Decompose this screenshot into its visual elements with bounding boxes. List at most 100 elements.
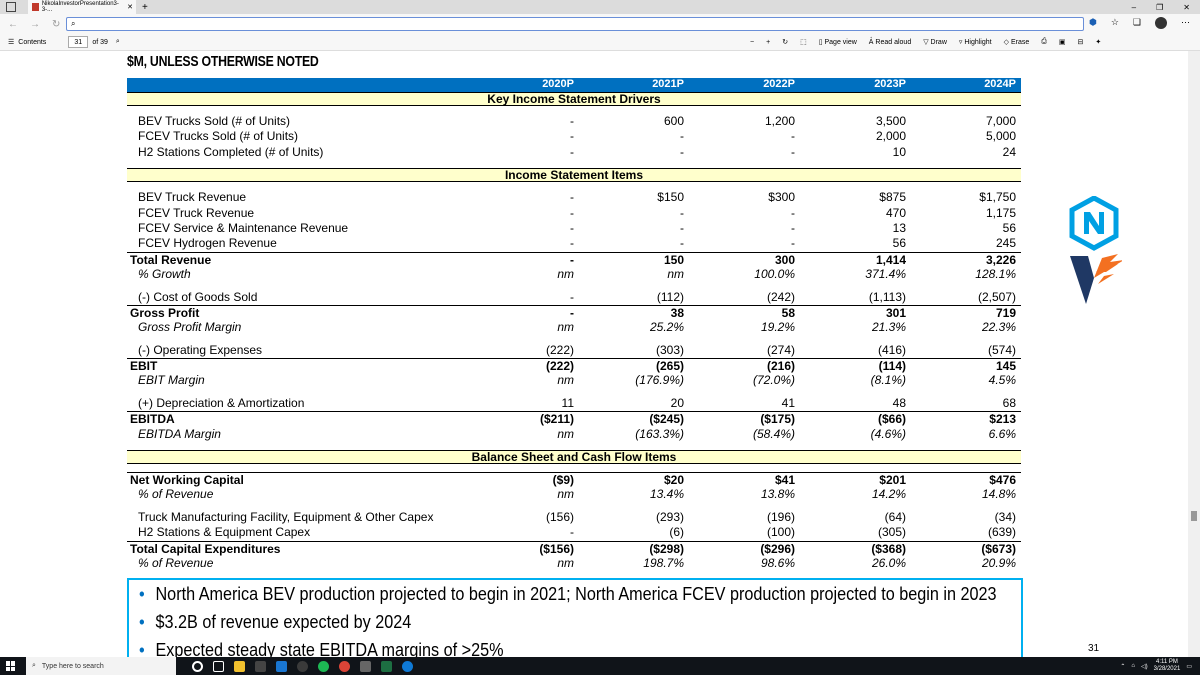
section-header: Balance Sheet and Cash Flow Items <box>127 450 1021 465</box>
back-icon[interactable]: ← <box>8 19 22 30</box>
table-cell: (305) <box>877 525 906 540</box>
table-cell: (6) <box>669 525 684 540</box>
page-view-button[interactable]: ▯ Page view <box>819 38 857 46</box>
year-header: 2022P <box>763 78 795 90</box>
table-cell: (64) <box>884 509 906 524</box>
row-label: EBITDA Margin <box>138 426 221 441</box>
collections-icon[interactable]: ❏ <box>1133 17 1141 29</box>
mail-icon[interactable] <box>276 660 287 672</box>
table-cell: 5,000 <box>985 129 1016 144</box>
save-icon[interactable]: ▣ <box>1059 38 1066 46</box>
row-label: Total Capital Expenditures <box>130 541 281 556</box>
table-cell: 300 <box>774 252 795 267</box>
cortana-icon[interactable] <box>192 660 203 672</box>
spotify-icon[interactable] <box>318 660 329 672</box>
minimize-button[interactable]: – <box>1132 3 1136 12</box>
chevron-up-icon[interactable]: ⌃ <box>1120 663 1125 670</box>
table-cell: 3,500 <box>875 114 906 128</box>
print-icon[interactable]: ⎙ <box>1041 38 1047 46</box>
table-cell: 56 <box>892 236 906 251</box>
table-cell: (4.6%) <box>870 426 906 441</box>
edge-icon[interactable] <box>402 660 413 672</box>
dell-icon[interactable] <box>297 660 308 672</box>
fit-page-icon[interactable]: ⬚ <box>800 38 807 46</box>
close-window-button[interactable]: ✕ <box>1183 3 1190 12</box>
zoom-in-icon[interactable]: + <box>766 39 770 46</box>
read-aloud-button[interactable]: A᷾ Read aloud <box>869 39 911 46</box>
task-view-icon[interactable] <box>213 660 224 672</box>
draw-button[interactable]: ▽ Draw <box>923 38 947 46</box>
table-cell: (156) <box>545 509 574 524</box>
table-cell: 13 <box>892 220 906 235</box>
pdf-page: $M, UNLESS OTHERWISE NOTED 2020P 2021P 2… <box>0 51 1188 657</box>
table-cell: 150 <box>663 252 684 267</box>
forward-icon[interactable]: → <box>30 19 44 30</box>
pin-icon[interactable]: ✦ <box>1095 38 1101 46</box>
refresh-icon[interactable]: ↻ <box>52 19 66 30</box>
contents-button[interactable]: Contents <box>18 39 46 46</box>
table-cell: $300 <box>768 190 795 205</box>
row-label: (-) Operating Expenses <box>138 342 263 357</box>
table-cell: 22.3% <box>981 320 1016 335</box>
table-cell: (242) <box>766 289 795 304</box>
row-label: Total Revenue <box>130 252 212 267</box>
table-cell: (222) <box>545 342 574 357</box>
table-cell: (34) <box>994 509 1016 524</box>
table-cell: $20 <box>663 473 684 488</box>
clock[interactable]: 4:11 PM 3/28/2021 <box>1154 659 1181 673</box>
table-cell: ($66) <box>877 412 906 427</box>
table-cell: (2,507) <box>977 289 1016 304</box>
avatar[interactable] <box>1155 17 1167 29</box>
scrollbar[interactable] <box>1188 51 1200 657</box>
close-tab-icon[interactable]: ✕ <box>127 3 133 11</box>
table-cell: - <box>570 289 574 304</box>
table-cell: 20.9% <box>981 555 1016 570</box>
table-cell: 14.8% <box>981 487 1016 502</box>
erase-button[interactable]: ◇ Erase <box>1004 38 1030 46</box>
table-cell: ($296) <box>760 541 795 556</box>
excel-icon[interactable] <box>381 660 392 672</box>
table-cell: 128.1% <box>975 267 1016 282</box>
notifications-icon[interactable]: ▭ <box>1186 663 1192 670</box>
save-as-icon[interactable]: ⊟ <box>1077 38 1083 46</box>
highlight-button[interactable]: ▿ Highlight <box>959 38 992 46</box>
table-cell: $476 <box>989 473 1016 488</box>
page-number-input[interactable]: 31 <box>68 36 89 48</box>
table-cell: 58 <box>781 305 795 320</box>
find-icon[interactable]: ⌕ <box>116 38 120 46</box>
table-cell: (58.4%) <box>752 426 795 441</box>
table-header-row: 2020P 2021P 2022P 2023P 2024P <box>127 78 1021 92</box>
store-icon[interactable] <box>255 660 266 672</box>
table-cell: 1,175 <box>985 205 1016 220</box>
scrollbar-thumb[interactable] <box>1191 511 1197 521</box>
taskbar-search-input[interactable]: ⌕ Type here to search <box>26 657 176 675</box>
table-cell: 470 <box>885 205 906 220</box>
favorite-star-icon[interactable]: ☆ <box>1111 17 1119 29</box>
url-input[interactable]: ⌕ <box>66 17 1084 31</box>
extension-icon[interactable]: ⬢ <box>1089 17 1097 29</box>
section-header: Key Income Statement Drivers <box>127 92 1021 106</box>
row-label: % of Revenue <box>138 487 214 502</box>
zoom-out-icon[interactable]: − <box>750 39 754 46</box>
app-icon[interactable] <box>360 660 371 672</box>
table-cell: - <box>680 144 684 159</box>
table-cell: - <box>680 220 684 235</box>
table-cell: ($175) <box>760 412 795 427</box>
contents-icon[interactable]: ☰ <box>8 38 14 46</box>
table-row: (-) Operating Expenses (222) (303) (274) (41… <box>127 343 1021 358</box>
table-cell: nm <box>557 426 574 441</box>
new-tab-button[interactable]: + <box>142 2 148 13</box>
tab-actions-icon[interactable] <box>6 2 16 12</box>
start-windows-icon[interactable] <box>6 661 16 671</box>
table-cell: - <box>680 205 684 220</box>
restore-button[interactable]: ❐ <box>1156 3 1163 12</box>
table-cell: 48 <box>892 395 906 410</box>
table-row: H2 Stations & Equipment Capex - (6) (100) (3… <box>127 525 1021 540</box>
volume-icon[interactable]: ◁) <box>1141 663 1148 670</box>
network-icon[interactable]: ⌂ <box>1131 663 1135 669</box>
chrome-icon[interactable] <box>339 660 350 672</box>
browser-tab[interactable]: NikolaInvestorPresentation3-3-... ✕ <box>28 0 136 14</box>
rotate-icon[interactable]: ↻ <box>782 38 788 46</box>
file-explorer-icon[interactable] <box>234 660 245 672</box>
more-menu-icon[interactable]: ⋯ <box>1181 17 1190 29</box>
